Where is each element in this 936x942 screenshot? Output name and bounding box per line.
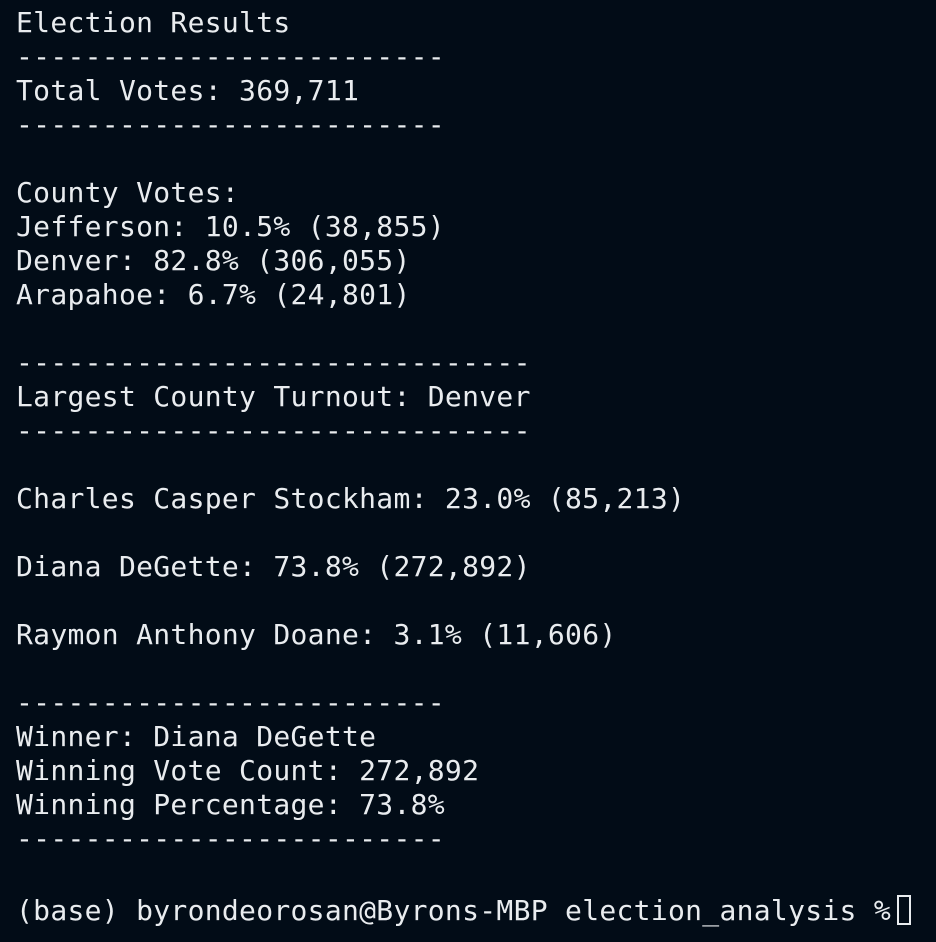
winning-percentage-line: Winning Percentage: 73.8%: [16, 788, 445, 821]
divider-line: -------------------------: [16, 686, 445, 719]
winning-count-line: Winning Vote Count: 272,892: [16, 754, 480, 787]
divider-line: ------------------------------: [16, 346, 531, 379]
divider-line: -------------------------: [16, 108, 445, 141]
shell-prompt[interactable]: (base) byrondeorosan@Byrons-MBP election…: [16, 892, 912, 930]
county-jefferson-line: Jefferson: 10.5% (38,855): [16, 210, 445, 243]
county-denver-line: Denver: 82.8% (306,055): [16, 244, 411, 277]
candidate-doane-line: Raymon Anthony Doane: 3.1% (11,606): [16, 618, 617, 651]
candidate-stockham-line: Charles Casper Stockham: 23.0% (85,213): [16, 482, 686, 515]
winner-line: Winner: Diana DeGette: [16, 720, 377, 753]
text-cursor: [897, 895, 912, 925]
divider-line: ------------------------------: [16, 414, 531, 447]
county-votes-heading: County Votes:: [16, 176, 240, 209]
largest-county-line: Largest County Turnout: Denver: [16, 380, 531, 413]
terminal-window[interactable]: Election Results -----------------------…: [0, 0, 936, 942]
divider-line: -------------------------: [16, 40, 445, 73]
county-arapahoe-line: Arapahoe: 6.7% (24,801): [16, 278, 411, 311]
total-votes-line: Total Votes: 369,711: [16, 74, 360, 107]
divider-line: -------------------------: [16, 822, 445, 855]
output-title: Election Results: [16, 6, 291, 39]
candidate-degette-line: Diana DeGette: 73.8% (272,892): [16, 550, 531, 583]
prompt-text: (base) byrondeorosan@Byrons-MBP election…: [16, 894, 892, 927]
